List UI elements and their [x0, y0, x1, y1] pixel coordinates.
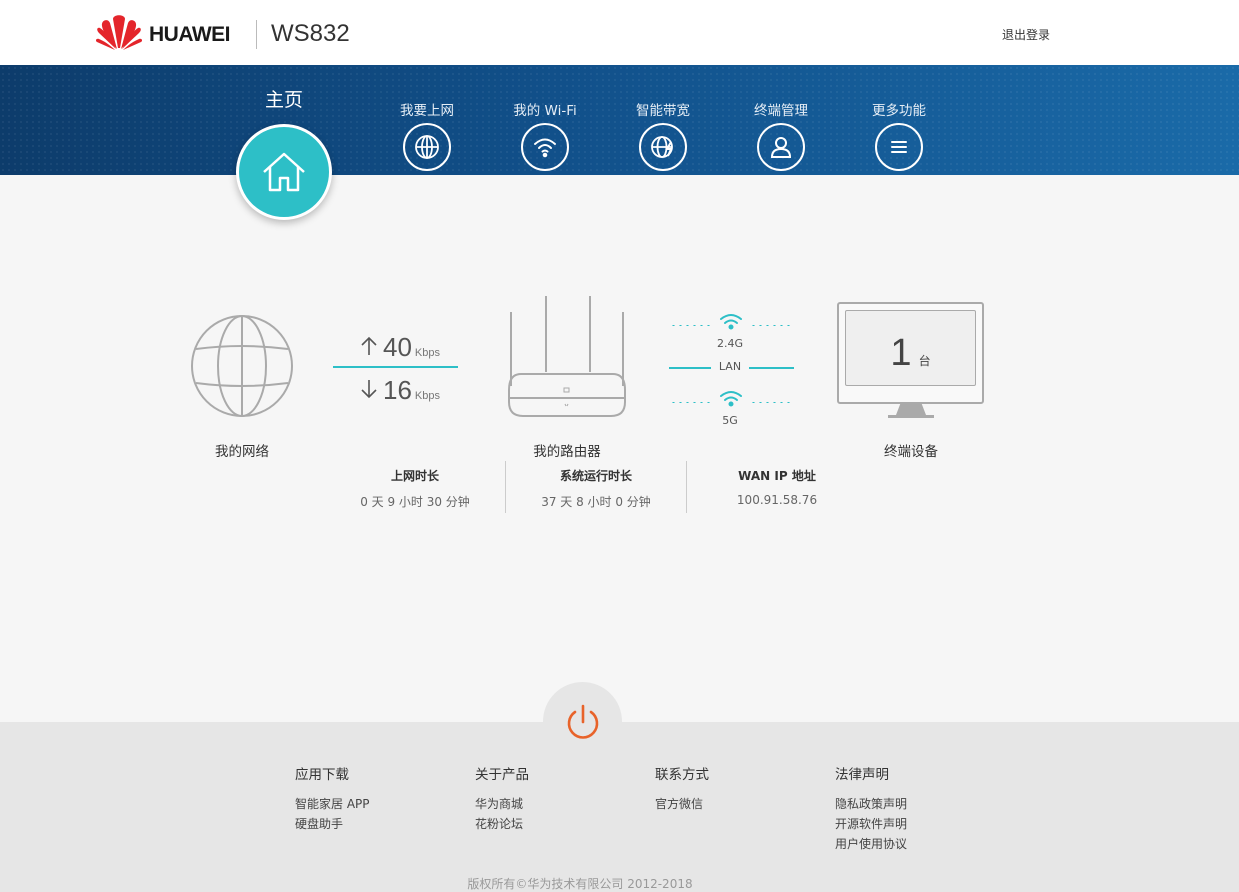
footer-link[interactable]: 用户使用协议 — [835, 835, 907, 852]
device-count-unit: 台 — [918, 354, 931, 368]
menu-icon — [875, 123, 923, 171]
top-bar: HUAWEI WS832 退出登录 — [0, 0, 1239, 65]
nav-devices-label: 终端管理 — [754, 103, 808, 119]
footer-link[interactable]: 花粉论坛 — [475, 815, 523, 832]
footer-col-title: 应用下载 — [295, 767, 349, 783]
wifi-icon — [521, 123, 569, 171]
stat-online-value: 0 天 9 小时 30 分钟 — [360, 495, 470, 509]
nav-more-label: 更多功能 — [872, 103, 926, 119]
stat-wanip-title: WAN IP 地址 — [738, 469, 816, 483]
upload-speed-unit: Kbps — [414, 347, 440, 359]
footer-link[interactable]: 官方微信 — [655, 795, 703, 812]
home-label: 主页 — [264, 89, 303, 111]
monitor-stand — [888, 402, 934, 418]
stat-online-title: 上网时长 — [390, 469, 439, 483]
power-button[interactable] — [543, 682, 622, 761]
stat-uptime-value: 37 天 8 小时 0 分钟 — [541, 495, 651, 509]
device-count-value: 1 — [890, 332, 912, 374]
nav-bandwidth[interactable]: 智能带宽 — [608, 99, 718, 171]
router-icon — [508, 296, 626, 417]
download-speed: 16 Kbps — [383, 375, 440, 406]
nav-wifi-label: 我的 Wi-Fi — [513, 103, 577, 119]
download-arrow-icon — [361, 380, 377, 399]
stat-uptime-title: 系统运行时长 — [559, 469, 632, 483]
lan-link-right — [749, 367, 794, 369]
logout-link[interactable]: 退出登录 — [1002, 26, 1050, 43]
stat-wanip-value: 100.91.58.76 — [736, 493, 818, 507]
footer-link[interactable]: 开源软件声明 — [835, 815, 907, 832]
wifi-24-link-left — [670, 324, 712, 327]
brand-name: HUAWEI — [149, 23, 231, 46]
huawei-logo — [96, 15, 142, 50]
device-count: 1 台 — [839, 332, 982, 375]
footer-col-title: 联系方式 — [655, 767, 709, 783]
devices-label: 终端设备 — [884, 444, 938, 460]
download-speed-value: 16 — [383, 375, 412, 405]
footer-link[interactable]: 华为商城 — [475, 795, 523, 812]
copyright: 版权所有©华为技术有限公司 2012-2018 — [467, 877, 693, 891]
devices-monitor[interactable]: 1 台 — [837, 302, 984, 404]
model-name: WS832 — [271, 20, 350, 47]
footer-col-title: 法律声明 — [835, 767, 889, 783]
wifi-5-link-right — [750, 401, 792, 404]
home-button[interactable] — [236, 124, 332, 220]
upload-speed-value: 40 — [383, 332, 412, 362]
band-lan-label: LAN — [718, 360, 742, 373]
network-label: 我的网络 — [215, 444, 269, 460]
network-globe-icon — [191, 315, 293, 417]
home-icon — [263, 152, 305, 192]
footer-col-title: 关于产品 — [475, 767, 529, 783]
footer-link[interactable]: 智能家居 APP — [295, 795, 370, 812]
globe-bolt-icon — [639, 123, 687, 171]
router-label: 我的路由器 — [533, 444, 601, 460]
footer-link[interactable]: 硬盘助手 — [295, 815, 343, 832]
nav-bandwidth-label: 智能带宽 — [636, 103, 690, 119]
nav-wifi[interactable]: 我的 Wi-Fi — [490, 99, 600, 171]
band-24-label: 2.4G — [716, 337, 744, 350]
wifi-24-icon — [720, 314, 742, 330]
globe-icon — [403, 123, 451, 171]
wifi-5-icon — [720, 391, 742, 407]
stat-divider — [505, 461, 506, 513]
footer — [0, 722, 1239, 892]
upload-arrow-icon — [361, 336, 377, 355]
download-speed-unit: Kbps — [414, 390, 440, 402]
wifi-24-link-right — [750, 324, 792, 327]
lan-link-left — [669, 367, 711, 369]
upload-speed: 40 Kbps — [383, 332, 440, 363]
brand-divider — [256, 20, 257, 49]
footer-link[interactable]: 隐私政策声明 — [835, 795, 907, 812]
wan-link-line — [333, 366, 458, 368]
stat-divider — [686, 461, 687, 513]
nav-internet-label: 我要上网 — [400, 103, 454, 119]
nav-internet[interactable]: 我要上网 — [372, 99, 482, 171]
nav-devices[interactable]: 终端管理 — [726, 99, 836, 171]
band-5-label: 5G — [722, 414, 738, 427]
user-icon — [757, 123, 805, 171]
power-icon — [567, 704, 598, 739]
nav-more[interactable]: 更多功能 — [844, 99, 954, 171]
wifi-5-link-left — [670, 401, 712, 404]
